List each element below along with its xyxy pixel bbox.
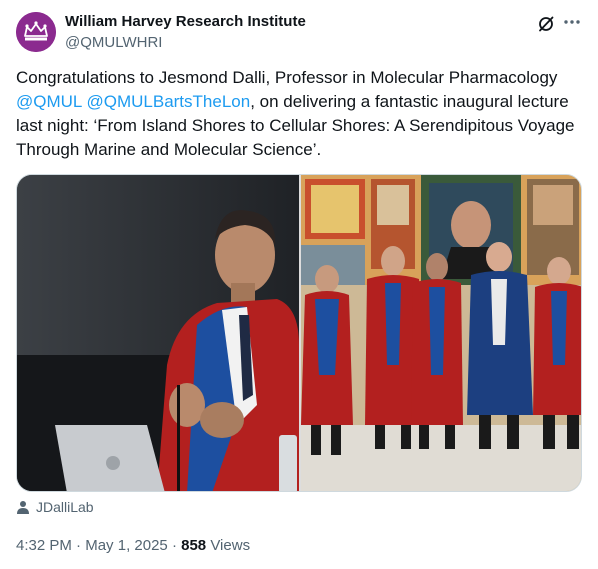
meta-separator: ·: [71, 537, 86, 554]
author-display-name[interactable]: William Harvey Research Institute: [65, 13, 306, 30]
author-handle[interactable]: @QMULWHRI: [65, 34, 162, 51]
crown-logo-icon: [16, 12, 56, 52]
views-label: Views: [206, 537, 251, 554]
grok-icon[interactable]: [536, 14, 556, 34]
lecture-photo[interactable]: [17, 175, 299, 491]
photo-credit[interactable]: JDalliLab: [16, 497, 94, 517]
photo-credit-text: JDalliLab: [36, 499, 94, 515]
more-icon[interactable]: [562, 12, 582, 32]
views-count: 858: [181, 537, 207, 554]
tweet-text: Congratulations to Jesmond Dalli, Profes…: [16, 66, 582, 162]
tweet-text-part: Congratulations to Jesmond Dalli, Profes…: [16, 68, 558, 87]
timestamp-time[interactable]: 4:32 PM: [16, 537, 72, 554]
avatar[interactable]: [16, 12, 56, 52]
media-grid: [16, 174, 582, 492]
mention-qmulbartsthelon-link[interactable]: @QMULBartsTheLon: [86, 92, 250, 111]
mention-qmul-link[interactable]: @QMUL: [16, 92, 82, 111]
tweet-meta: 4:32 PM · May 1, 2025 · 858 Views: [16, 537, 250, 554]
group-photo[interactable]: [301, 175, 581, 491]
meta-separator: ·: [167, 537, 182, 554]
timestamp-date[interactable]: May 1, 2025: [85, 537, 168, 554]
person-icon: [16, 500, 30, 514]
